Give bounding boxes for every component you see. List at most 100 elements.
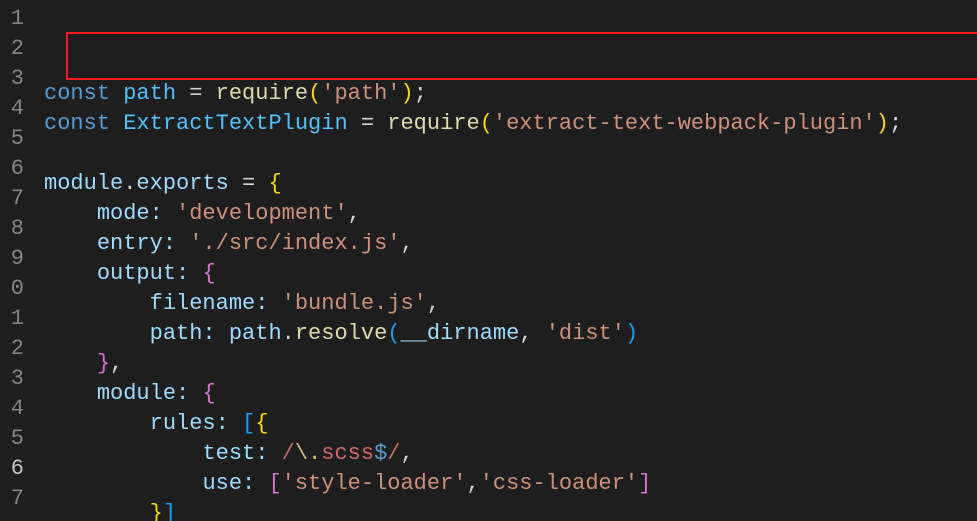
code-token: __dirname	[400, 321, 519, 346]
line-number: 5	[0, 124, 30, 154]
line-number: 9	[0, 244, 30, 274]
code-token: path:	[150, 321, 216, 346]
code-token	[216, 321, 229, 346]
code-token: ]	[163, 501, 176, 521]
code-token: ,	[427, 291, 440, 316]
code-token: const	[44, 111, 123, 136]
code-token: {	[202, 381, 215, 406]
code-token: require	[387, 111, 479, 136]
code-line[interactable]: path: path.resolve(__dirname, 'dist')	[44, 319, 977, 349]
line-number-gutter: 12345678901234567	[0, 0, 30, 521]
code-line[interactable]: const ExtractTextPlugin = require('extra…	[44, 109, 977, 139]
code-token	[268, 291, 281, 316]
code-token: {	[202, 261, 215, 286]
code-line[interactable]: filename: 'bundle.js',	[44, 289, 977, 319]
code-token: )	[876, 111, 889, 136]
code-token: )	[625, 321, 638, 346]
code-area[interactable]: const path = require('path');const Extra…	[30, 0, 977, 521]
code-token: 'development'	[176, 201, 348, 226]
code-line[interactable]: output: {	[44, 259, 977, 289]
code-token: ExtractTextPlugin	[123, 111, 347, 136]
code-token: )	[400, 81, 413, 106]
code-token: ;	[889, 111, 902, 136]
code-token	[189, 381, 202, 406]
code-token: {	[268, 171, 281, 196]
code-token	[268, 441, 281, 466]
code-token: module	[44, 171, 123, 196]
code-line[interactable]: const path = require('path');	[44, 79, 977, 109]
code-token: path	[229, 321, 282, 346]
code-token: =	[176, 81, 216, 106]
line-number: 4	[0, 394, 30, 424]
code-token	[176, 231, 189, 256]
line-number: 2	[0, 334, 30, 364]
code-token: 'dist'	[546, 321, 625, 346]
code-token: test:	[202, 441, 268, 466]
code-line[interactable]: test: /\.scss$/,	[44, 439, 977, 469]
code-token: /	[282, 441, 295, 466]
code-token: ]	[638, 471, 651, 496]
code-token	[189, 261, 202, 286]
line-number: 6	[0, 454, 30, 484]
code-line[interactable]: module.exports = {	[44, 169, 977, 199]
code-token: 'css-loader'	[480, 471, 638, 496]
code-token: rules:	[150, 411, 229, 436]
code-token: ,	[110, 351, 123, 376]
line-number: 8	[0, 214, 30, 244]
line-number: 3	[0, 64, 30, 94]
code-token: const	[44, 81, 123, 106]
code-token: ,	[400, 231, 413, 256]
line-number: 7	[0, 184, 30, 214]
code-token: /	[387, 441, 400, 466]
line-number: 7	[0, 484, 30, 514]
code-token: './src/index.js'	[189, 231, 400, 256]
code-token: 'extract-text-webpack-plugin'	[493, 111, 876, 136]
code-token: resolve	[295, 321, 387, 346]
line-number: 3	[0, 364, 30, 394]
code-token: require	[216, 81, 308, 106]
code-line[interactable]: module: {	[44, 379, 977, 409]
code-token: =	[229, 171, 269, 196]
highlight-rectangle	[66, 32, 977, 80]
code-token: ;	[414, 81, 427, 106]
code-token: use:	[202, 471, 255, 496]
code-token: .	[282, 321, 295, 346]
code-token: scss	[321, 441, 374, 466]
code-line[interactable]: },	[44, 349, 977, 379]
line-number: 6	[0, 154, 30, 184]
code-token: ,	[519, 321, 545, 346]
code-line[interactable]: mode: 'development',	[44, 199, 977, 229]
code-token: =	[348, 111, 388, 136]
line-number: 1	[0, 4, 30, 34]
code-token: ,	[467, 471, 480, 496]
code-line[interactable]: rules: [{	[44, 409, 977, 439]
line-number: 1	[0, 304, 30, 334]
line-number: 5	[0, 424, 30, 454]
code-token	[163, 201, 176, 226]
code-line[interactable]: use: ['style-loader','css-loader']	[44, 469, 977, 499]
code-line[interactable]	[44, 139, 977, 169]
code-token: (	[480, 111, 493, 136]
code-token: [	[242, 411, 255, 436]
line-number: 0	[0, 274, 30, 304]
code-line[interactable]: }]	[44, 499, 977, 521]
code-token: output:	[97, 261, 189, 286]
code-token: (	[387, 321, 400, 346]
code-token: \.	[295, 441, 321, 466]
code-token: mode:	[97, 201, 163, 226]
code-token: $	[374, 441, 387, 466]
code-token	[229, 411, 242, 436]
code-token: (	[308, 81, 321, 106]
code-line[interactable]: entry: './src/index.js',	[44, 229, 977, 259]
code-token: exports	[136, 171, 228, 196]
code-token: module:	[97, 381, 189, 406]
code-token: ,	[348, 201, 361, 226]
code-token: {	[255, 411, 268, 436]
code-editor[interactable]: 12345678901234567 const path = require('…	[0, 0, 977, 521]
code-token: }	[97, 351, 110, 376]
code-token: ,	[400, 441, 413, 466]
code-token: .	[123, 171, 136, 196]
code-token: 'path'	[321, 81, 400, 106]
line-number: 2	[0, 34, 30, 64]
code-token: path	[123, 81, 176, 106]
